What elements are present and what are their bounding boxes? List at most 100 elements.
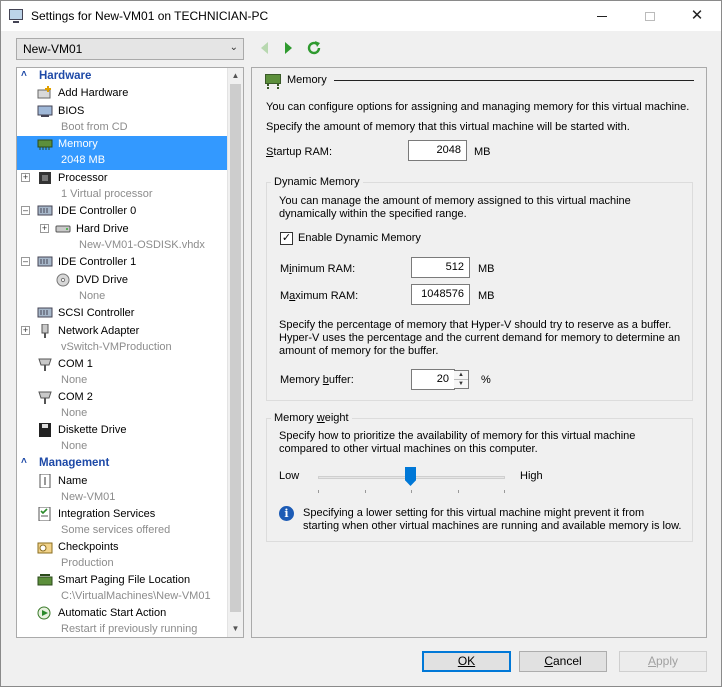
hyper-v-app-icon [9,9,23,23]
memory-buffer-unit: % [481,374,491,386]
label-text: Cancel [544,654,582,668]
cancel-button[interactable]: Cancel [519,651,607,672]
tree-item-com-2[interactable]: COM 2 None [17,389,229,422]
collapse-icon[interactable]: – [21,206,30,215]
memory-panel-title: Memory [287,74,327,86]
dvd-drive-icon [56,273,70,287]
info-icon: i [279,506,294,521]
slider-tick [458,490,459,493]
minimum-ram-input[interactable]: 512 [411,257,470,278]
smart-paging-icon [37,574,53,586]
enable-dynamic-memory-label[interactable]: Enable Dynamic Memory [298,232,421,244]
scrollbar-thumb[interactable] [230,84,241,612]
memory-intro-text-2: Specify the amount of memory that this v… [266,121,630,133]
bios-icon [37,105,53,117]
tree-item-scsi-controller[interactable]: SCSI Controller [17,305,229,321]
tree-item-dvd-drive[interactable]: DVD Drive None [17,272,229,305]
minimum-ram-unit: MB [478,263,495,275]
memory-buffer-label: Memory buffer: [280,374,354,386]
memory-weight-info-1: Specifying a lower setting for this virt… [303,507,645,519]
management-section-header[interactable]: ˄ Management [17,456,229,472]
scsi-controller-icon [37,307,53,318]
tree-item-name[interactable]: Name New-VM01 [17,473,229,506]
memory-buffer-spinner[interactable]: ▲ ▼ [454,370,469,389]
enable-dynamic-memory-checkbox[interactable]: ✓ [280,232,293,245]
startup-ram-label: Startup RAM: [266,146,332,158]
diskette-icon [39,423,51,437]
memory-intro-text-1: You can configure options for assigning … [266,101,690,113]
checkpoints-icon [37,542,53,554]
minimum-ram-label: Minimum RAM: [280,263,355,275]
expand-icon[interactable]: + [21,326,30,335]
com-port-icon [38,358,52,371]
dynamic-memory-desc-1: You can manage the amount of memory assi… [279,195,631,207]
label-text: Maximum RAM: [280,290,359,302]
label-text: Minimum RAM: [280,263,356,275]
network-adapter-icon [41,324,49,338]
tree-item-processor[interactable]: + Processor 1 Virtual processor [17,170,229,203]
collapse-icon[interactable]: – [21,257,30,266]
tree-item-network-adapter[interactable]: + Network Adapter vSwitch-VMProduction [17,323,229,356]
checkmark-icon: ✓ [281,232,292,244]
memory-icon [37,139,53,150]
close-button[interactable]: ✕ [674,1,720,31]
slider-low-label: Low [279,470,300,482]
scroll-down-arrow-icon[interactable]: ▼ [228,621,243,637]
buffer-desc-1: Specify the percentage of memory that Hy… [279,319,672,331]
vm-select-dropdown[interactable]: New-VM01 ⌄ [16,38,244,60]
memory-icon [265,74,281,87]
integration-services-icon [38,507,51,521]
maximum-ram-label: Maximum RAM: [280,290,358,302]
label-text: Memory weight [274,412,349,424]
startup-ram-input[interactable]: 2048 [408,140,467,161]
buffer-desc-3: amount of memory for the buffer. [279,345,439,357]
tree-item-integration-services[interactable]: Integration Services Some services offer… [17,506,229,539]
back-arrow-icon[interactable] [257,40,273,56]
settings-window: Settings for New-VM01 on TECHNICIAN-PC ✕… [0,0,722,687]
memory-weight-title: Memory weight [271,412,352,424]
tree-scrollbar[interactable]: ▲ ▼ [227,68,243,637]
dynamic-memory-title: Dynamic Memory [271,176,363,188]
minimize-button[interactable] [579,1,625,31]
scroll-up-arrow-icon[interactable]: ▲ [228,68,243,84]
collapse-chevron-icon: ˄ [21,456,27,467]
tree-item-hard-drive[interactable]: + Hard Drive New-VM01-OSDISK.vhdx [17,221,229,254]
label-text: Startup RAM: [266,146,333,158]
hardware-section-header[interactable]: ˄ Hardware [17,69,229,85]
startup-ram-unit: MB [474,146,491,158]
slider-tick [318,490,319,493]
name-icon [39,474,51,488]
settings-tree: ˄ Hardware Add Hardware BIOS Boot from C… [16,67,244,638]
tree-item-bios[interactable]: BIOS Boot from CD [17,103,229,136]
processor-icon [39,172,51,184]
tree-item-ide-controller-0[interactable]: – IDE Controller 0 [17,203,229,219]
close-icon: ✕ [690,7,704,24]
expand-icon[interactable]: + [40,224,49,233]
spin-up-arrow-icon[interactable]: ▲ [454,371,468,380]
forward-arrow-icon[interactable] [280,40,296,56]
tree-item-add-hardware[interactable]: Add Hardware [17,85,229,101]
spin-down-arrow-icon[interactable]: ▼ [454,380,468,389]
tree-item-automatic-start-action[interactable]: Automatic Start Action Restart if previo… [17,605,229,637]
tree-item-smart-paging[interactable]: Smart Paging File Location C:\VirtualMac… [17,572,229,605]
header-divider [334,80,694,81]
slider-tick [365,490,366,493]
tree-item-diskette-drive[interactable]: Diskette Drive None [17,422,229,455]
tree-item-checkpoints[interactable]: Checkpoints Production [17,539,229,572]
memory-weight-info-2: starting when other virtual machines are… [303,520,682,532]
maximum-ram-unit: MB [478,290,495,302]
refresh-icon[interactable] [306,40,322,56]
maximize-button[interactable] [627,1,673,31]
expand-icon[interactable]: + [21,173,30,182]
ide-controller-icon [37,205,53,216]
tree-item-memory[interactable]: Memory 2048 MB [17,136,229,170]
maximum-ram-input[interactable]: 1048576 [411,284,470,305]
vm-select-value: New-VM01 [23,42,83,56]
tree-item-com-1[interactable]: COM 1 None [17,356,229,389]
tree-item-ide-controller-1[interactable]: – IDE Controller 1 [17,254,229,270]
memory-buffer-input[interactable]: 20 [411,369,455,390]
minimize-icon [597,16,607,18]
apply-button[interactable]: Apply [619,651,707,672]
ok-button[interactable]: OK [422,651,511,672]
memory-weight-desc-1: Specify how to prioritize the availabili… [279,430,636,442]
